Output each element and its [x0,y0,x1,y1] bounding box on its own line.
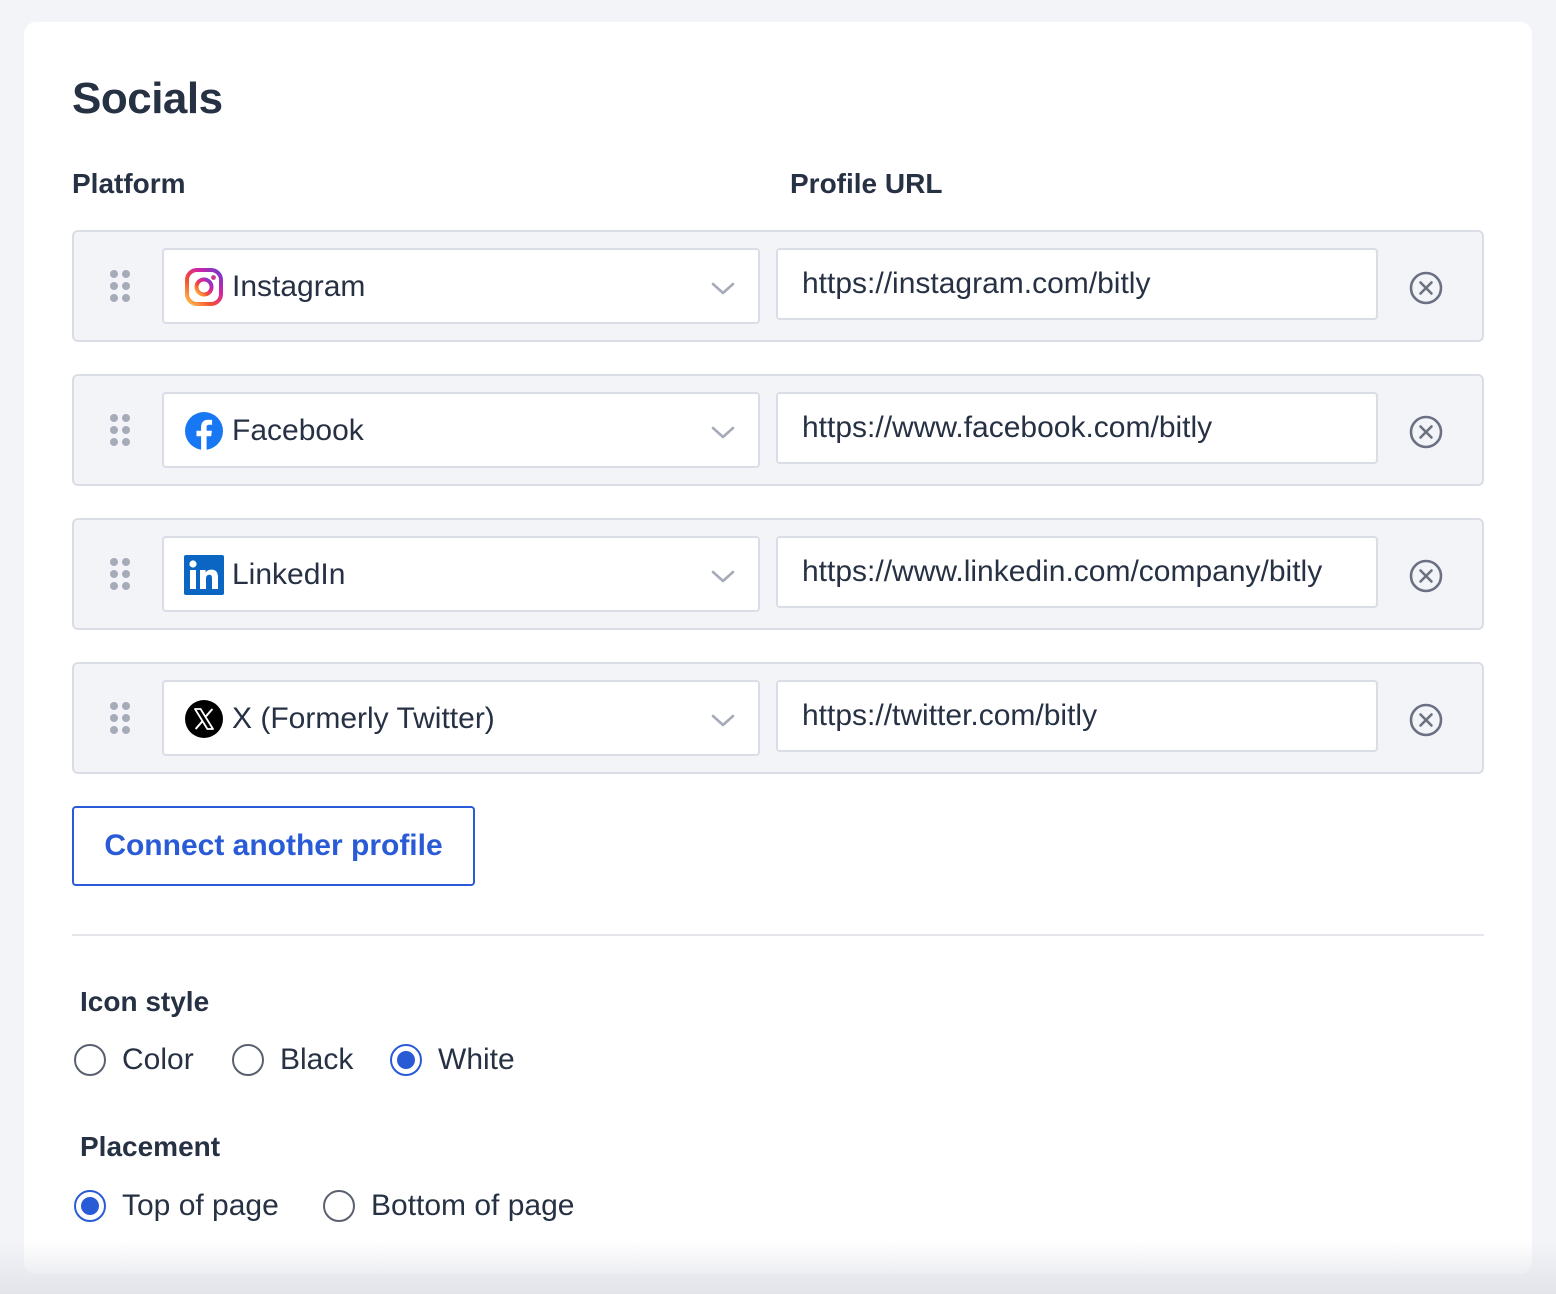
facebook-icon [184,411,224,451]
linkedin-icon [184,555,224,595]
platform-select-linkedin[interactable]: LinkedIn [162,536,760,612]
remove-close-icon[interactable] [1408,270,1444,306]
chevron-down-icon [710,276,736,300]
radio-label: Color [122,1043,194,1076]
radio-checked-icon [390,1044,422,1076]
icon-style-label: Icon style [80,986,210,1017]
profile-url-input-x-twitter[interactable] [776,680,1378,752]
section-title: Socials [72,74,223,123]
remove-close-icon[interactable] [1408,414,1444,450]
platform-label: Instagram [232,270,366,303]
icon-style-option-white[interactable]: White [390,1040,520,1080]
social-row-x-twitter: X (Formerly Twitter) [72,662,1484,774]
platform-select-facebook[interactable]: Facebook [162,392,760,468]
instagram-icon [184,267,224,307]
remove-close-icon[interactable] [1408,702,1444,738]
radio-checked-icon [74,1190,106,1222]
placement-option-top[interactable]: Top of page [74,1186,294,1226]
section-divider [72,934,1484,936]
remove-close-icon[interactable] [1408,558,1444,594]
placement-label: Placement [80,1131,221,1162]
social-row-instagram: Instagram [72,230,1484,342]
x-twitter-icon [184,699,224,739]
profile-url-column-label: Profile URL [790,168,943,199]
profile-url-input-linkedin[interactable] [776,536,1378,608]
icon-style-option-color[interactable]: Color [74,1040,204,1080]
profile-url-input-instagram[interactable] [776,248,1378,320]
platform-select-instagram[interactable]: Instagram [162,248,760,324]
radio-label: Top of page [122,1189,279,1222]
platform-label: LinkedIn [232,558,346,591]
radio-unchecked-icon [74,1044,106,1076]
platform-label: Facebook [232,414,364,447]
connect-another-profile-button[interactable]: Connect another profile [72,806,475,886]
social-row-facebook: Facebook [72,374,1484,486]
drag-handle-icon[interactable] [110,414,132,446]
platform-column-label: Platform [72,168,186,199]
radio-unchecked-icon [323,1190,355,1222]
placement-option-bottom[interactable]: Bottom of page [323,1186,593,1226]
radio-label: White [438,1043,515,1076]
chevron-down-icon [710,708,736,732]
radio-label: Black [280,1043,354,1076]
chevron-down-icon [710,564,736,588]
drag-handle-icon[interactable] [110,702,132,734]
chevron-down-icon [710,420,736,444]
platform-label: X (Formerly Twitter) [232,702,495,735]
radio-label: Bottom of page [371,1189,575,1222]
profile-url-input-facebook[interactable] [776,392,1378,464]
platform-select-x-twitter[interactable]: X (Formerly Twitter) [162,680,760,756]
drag-handle-icon[interactable] [110,270,132,302]
social-row-linkedin: LinkedIn [72,518,1484,630]
socials-card: Socials Platform Profile URL Instagram h… [24,22,1532,1274]
icon-style-option-black[interactable]: Black [232,1040,362,1080]
radio-unchecked-icon [232,1044,264,1076]
drag-handle-icon[interactable] [110,558,132,590]
